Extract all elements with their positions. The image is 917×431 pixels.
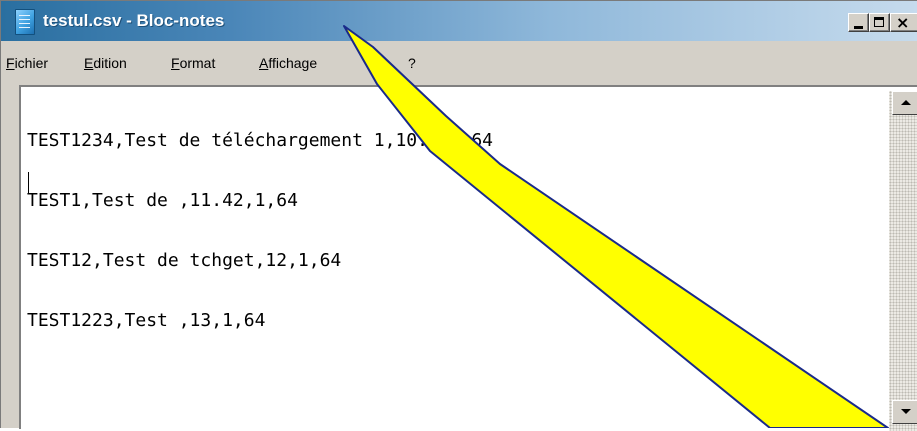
vertical-scrollbar[interactable] (889, 91, 917, 431)
text-caret (28, 172, 29, 194)
menu-format[interactable]: Format (171, 55, 215, 71)
minimize-icon (854, 26, 863, 29)
minimize-button[interactable] (848, 13, 869, 32)
close-button[interactable]: × (890, 13, 917, 32)
text-editor[interactable]: TEST1234,Test de téléchargement 1,10.5,1… (19, 85, 917, 431)
menu-affichage[interactable]: Affichage (259, 55, 317, 71)
menu-bar: Fichier Edition Format Affichage ? (1, 41, 917, 85)
text-line: TEST12,Test de tchget,12,1,64 (27, 250, 342, 271)
menu-help[interactable]: ? (408, 55, 416, 71)
arrow-down-icon (901, 409, 911, 414)
title-bar[interactable]: testul.csv - Bloc-notes × (1, 1, 917, 41)
scroll-up-button[interactable] (892, 91, 917, 115)
scroll-down-button[interactable] (892, 400, 917, 424)
notepad-icon[interactable] (15, 9, 35, 35)
window-title: testul.csv - Bloc-notes (43, 11, 225, 30)
maximize-icon (874, 17, 884, 27)
text-line: TEST1234,Test de téléchargement 1,10.5,1… (27, 130, 493, 151)
close-icon: × (896, 13, 910, 32)
text-line: TEST1223,Test ,13,1,64 (27, 310, 266, 331)
arrow-up-icon (901, 100, 911, 105)
editor-text[interactable]: TEST1234,Test de téléchargement 1,10.5,1… (27, 91, 887, 421)
menu-fichier[interactable]: Fichier (6, 55, 48, 71)
maximize-button[interactable] (869, 13, 890, 32)
text-line: TEST1,Test de ,11.42,1,64 (27, 190, 298, 211)
menu-edition[interactable]: Edition (84, 55, 127, 71)
notepad-window: testul.csv - Bloc-notes × Fichier Editio… (0, 0, 917, 431)
